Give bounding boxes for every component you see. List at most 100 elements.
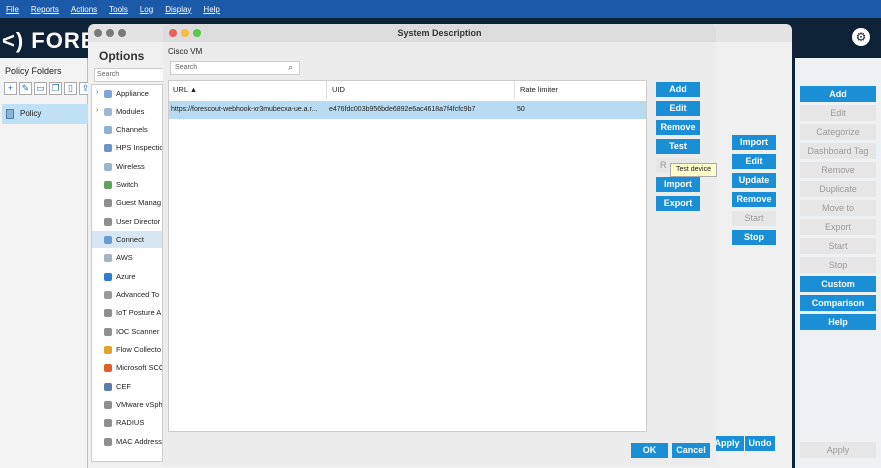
close-icon[interactable] xyxy=(94,29,102,37)
edit-button[interactable]: Edit xyxy=(800,105,876,121)
maximize-icon[interactable] xyxy=(118,29,126,37)
stop-button[interactable]: Stop xyxy=(800,257,876,273)
tree-item-microsoft-scc[interactable]: Microsoft SCC xyxy=(92,359,162,376)
duplicate-button[interactable]: Duplicate xyxy=(800,181,876,197)
menu-file[interactable]: File xyxy=(6,5,19,14)
undo-button[interactable]: Undo xyxy=(745,436,775,451)
webhook-table xyxy=(168,80,647,432)
tree-item-modules[interactable]: Modules xyxy=(92,103,162,120)
tree-item-connect[interactable]: Connect xyxy=(92,231,162,248)
close-icon[interactable] xyxy=(169,29,177,37)
dashboard-tag-button[interactable]: Dashboard Tag xyxy=(800,143,876,159)
test-button[interactable]: Test xyxy=(656,139,700,154)
cell-uid: e476fdc003b956bde6892e6ac4618a7f4fcfc9b7 xyxy=(329,106,476,113)
export-button[interactable]: Export xyxy=(800,219,876,235)
menu-tools[interactable]: Tools xyxy=(109,5,128,14)
column-header-url[interactable]: URL ▲ xyxy=(169,81,327,99)
help-button[interactable]: Help xyxy=(800,314,876,330)
categorize-button[interactable]: Categorize xyxy=(800,124,876,140)
tree-item-wireless[interactable]: Wireless xyxy=(92,158,162,175)
custom-button[interactable]: Custom xyxy=(800,276,876,292)
export-button[interactable]: Export xyxy=(656,196,700,211)
menu-log[interactable]: Log xyxy=(140,5,153,14)
column-header-uid[interactable]: UID xyxy=(328,81,515,99)
maximize-icon[interactable] xyxy=(193,29,201,37)
tree-item-cef[interactable]: CEF xyxy=(92,378,162,395)
appliance-icon xyxy=(104,90,112,99)
dialog-search-input[interactable]: Search xyxy=(170,61,300,75)
gear-icon[interactable]: ⚙ xyxy=(852,28,870,46)
tree-item-aws[interactable]: AWS xyxy=(92,249,162,266)
edit-icon[interactable]: ✎ xyxy=(19,82,32,95)
edit-button[interactable]: Edit xyxy=(656,101,700,116)
scanner-icon xyxy=(104,328,112,337)
mac-icon xyxy=(104,438,112,447)
import-button[interactable]: Import xyxy=(656,177,700,192)
update-button[interactable]: Update xyxy=(732,173,776,188)
policy-toolbar: + ✎ ▭ ❐ ▯ ⇪ xyxy=(4,82,94,98)
modules-icon xyxy=(104,108,112,117)
menu-display[interactable]: Display xyxy=(165,5,191,14)
tree-item-hps[interactable]: HPS Inspectio xyxy=(92,139,162,156)
tree-item-radius[interactable]: RADIUS xyxy=(92,414,162,431)
add-button[interactable]: Add xyxy=(656,82,700,97)
tree-item-appliance[interactable]: Appliance xyxy=(92,85,162,102)
tree-item-channels[interactable]: Channels xyxy=(92,121,162,138)
start-button[interactable]: Start xyxy=(732,211,776,226)
flow-icon xyxy=(104,346,112,355)
search-icon[interactable]: ⌕ xyxy=(288,62,293,73)
folder-icon[interactable]: ▭ xyxy=(34,82,47,95)
dialog-subtitle: Cisco VM xyxy=(168,47,203,56)
menu-actions[interactable]: Actions xyxy=(71,5,97,14)
policy-folders-title: Policy Folders xyxy=(5,66,62,76)
switch-icon xyxy=(104,181,112,190)
tree-item-advanced-tools[interactable]: Advanced To xyxy=(92,286,162,303)
import-button[interactable]: Import xyxy=(732,135,776,150)
menu-reports[interactable]: Reports xyxy=(31,5,59,14)
menu-bar: File Reports Actions Tools Log Display H… xyxy=(0,0,881,18)
move-to-button[interactable]: Move to xyxy=(800,200,876,216)
radius-icon xyxy=(104,419,112,428)
menu-help[interactable]: Help xyxy=(203,5,219,14)
cloud-icon xyxy=(104,254,112,263)
cancel-button[interactable]: Cancel xyxy=(672,443,710,458)
apply-policy-button[interactable]: Apply xyxy=(800,442,876,458)
add-button[interactable]: Add xyxy=(800,86,876,102)
column-header-rate-limiter[interactable]: Rate limiter xyxy=(516,81,646,99)
hps-icon xyxy=(104,144,112,153)
tree-item-mac-address[interactable]: MAC Address xyxy=(92,433,162,450)
edit-button[interactable]: Edit xyxy=(732,154,776,169)
azure-icon xyxy=(104,273,112,282)
minimize-icon[interactable] xyxy=(106,29,114,37)
microsoft-icon xyxy=(104,364,112,373)
remove-button[interactable]: Remove xyxy=(656,120,700,135)
ok-button[interactable]: OK xyxy=(631,443,668,458)
tree-item-user-directory[interactable]: User Director xyxy=(92,213,162,230)
tree-item-ioc-scanner[interactable]: IOC Scanner xyxy=(92,323,162,340)
comparison-button[interactable]: Comparison xyxy=(800,295,876,311)
options-search-input[interactable]: Search xyxy=(94,68,164,82)
remove-button[interactable]: Remove xyxy=(800,162,876,178)
guest-icon xyxy=(104,199,112,208)
tools-icon xyxy=(104,291,112,300)
tree-item-guest[interactable]: Guest Manag xyxy=(92,194,162,211)
connect-icon xyxy=(104,236,112,245)
dialog-title: System Description xyxy=(163,24,716,42)
add-icon[interactable]: + xyxy=(4,82,17,95)
tree-item-vmware[interactable]: VMware vSph xyxy=(92,396,162,413)
user-directory-icon xyxy=(104,218,112,227)
start-button[interactable]: Start xyxy=(800,238,876,254)
policy-folder-item[interactable]: Policy xyxy=(2,104,88,124)
cell-url: https://forescout-webhook-xr3mubecxa-ue.… xyxy=(171,106,318,113)
copy-icon[interactable]: ❐ xyxy=(49,82,62,95)
stop-button[interactable]: Stop xyxy=(732,230,776,245)
tree-item-azure[interactable]: Azure xyxy=(92,268,162,285)
tree-item-iot-posture[interactable]: IoT Posture A xyxy=(92,304,162,321)
delete-icon[interactable]: ▯ xyxy=(64,82,77,95)
minimize-icon[interactable] xyxy=(181,29,189,37)
tree-item-switch[interactable]: Switch xyxy=(92,176,162,193)
tree-item-flow-collector[interactable]: Flow Collecto xyxy=(92,341,162,358)
remove-button[interactable]: Remove xyxy=(732,192,776,207)
cell-rate-limiter: 50 xyxy=(517,106,525,113)
vmware-icon xyxy=(104,401,112,410)
